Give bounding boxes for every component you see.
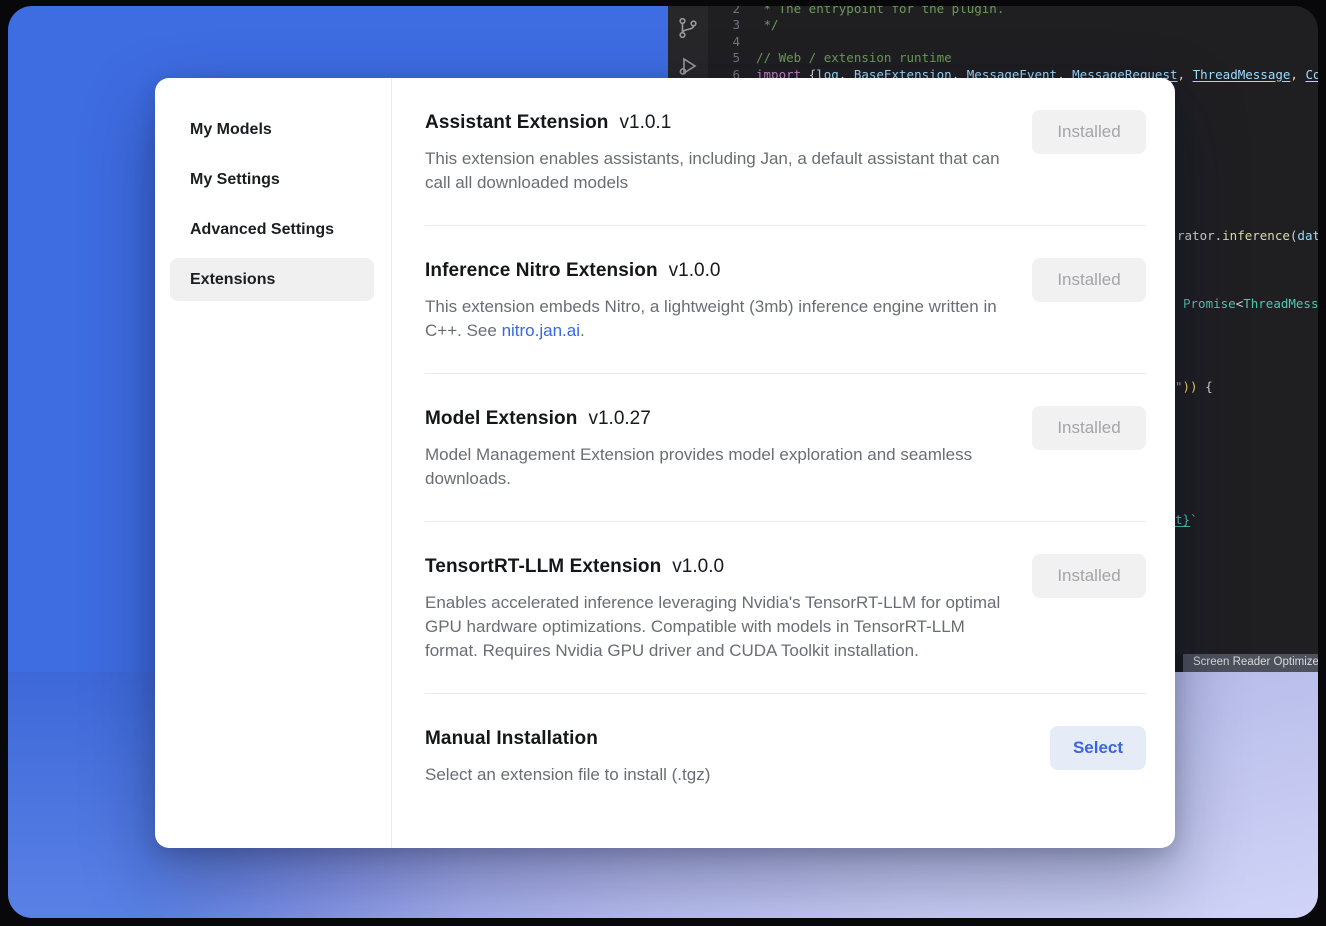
- extension-entry: Manual Installation Select an extension f…: [425, 694, 1146, 817]
- code-fragment: ")) {: [1175, 379, 1213, 394]
- extension-entry: Assistant Extension v1.0.1 This extension …: [425, 78, 1146, 226]
- code-token: * The entrypoint for the plugin.: [756, 6, 1004, 16]
- line-number: 2: [708, 6, 740, 17]
- code-text: */: [740, 17, 779, 33]
- extension-version: v1.0.27: [588, 408, 650, 430]
- extension-info: Inference Nitro Extension v1.0.0 This exte…: [425, 260, 1010, 343]
- code-token: ContentType: [1305, 67, 1318, 82]
- extension-entry: TensortRT-LLM Extension v1.0.0 Enables acc…: [425, 522, 1146, 694]
- extension-description: Enables accelerated inference leveraging…: [425, 591, 1010, 663]
- extension-title-row: Inference Nitro Extension v1.0.0: [425, 260, 1010, 282]
- extension-info: TensortRT-LLM Extension v1.0.0 Enables acc…: [425, 556, 1010, 663]
- extension-description: This extension embeds Nitro, a lightweig…: [425, 295, 1010, 343]
- sidebar-item-label: Advanced Settings: [190, 221, 334, 239]
- code-text: [740, 34, 756, 50]
- app-surface: 2 * The entrypoint for the plugin.3 */45…: [8, 6, 1318, 918]
- code-fragment: Promise<ThreadMessage>: [1183, 296, 1318, 311]
- extension-description: Model Management Extension provides mode…: [425, 443, 1010, 491]
- sidebar-item-label: My Models: [190, 121, 272, 139]
- description-text: This extension enables assistants, inclu…: [425, 149, 1000, 192]
- code-token: ThreadMessage: [1193, 67, 1291, 82]
- code-line: 3 */: [708, 17, 1318, 33]
- extension-version: v1.0.0: [669, 260, 721, 282]
- code-token: // Web / extension runtime: [756, 50, 952, 65]
- description-text: Select an extension file to install (.tg…: [425, 765, 710, 784]
- extension-version: v1.0.0: [672, 556, 724, 578]
- extension-info: Model Extension v1.0.27 Model Management E…: [425, 408, 1010, 491]
- extension-name: Model Extension: [425, 408, 577, 430]
- source-control-icon[interactable]: [676, 16, 700, 40]
- installed-button[interactable]: Installed: [1032, 554, 1146, 598]
- extension-title-row: TensortRT-LLM Extension v1.0.0: [425, 556, 1010, 578]
- code-token: */: [756, 17, 779, 32]
- description-text: .: [580, 321, 585, 340]
- nitro-jan-ai-link[interactable]: nitro.jan.ai: [502, 321, 580, 340]
- extension-description: Select an extension file to install (.tg…: [425, 763, 710, 787]
- run-and-debug-icon[interactable]: [676, 54, 700, 78]
- settings-modal: My Models My Settings Advanced Settings Ext…: [155, 78, 1175, 848]
- screen-reader-chip[interactable]: Screen Reader Optimize: [1183, 654, 1318, 672]
- sidebar-item-my-settings[interactable]: My Settings: [170, 158, 374, 201]
- extension-title-row: Model Extension v1.0.27: [425, 408, 1010, 430]
- line-number: 5: [708, 50, 740, 66]
- code-token: {: [1198, 379, 1213, 394]
- code-text: // Web / extension runtime: [740, 50, 952, 66]
- code-token: inference: [1222, 228, 1290, 243]
- code-lines: 2 * The entrypoint for the plugin.3 */45…: [708, 6, 1318, 83]
- code-token: ThreadMessage: [1243, 296, 1318, 311]
- description-text: Model Management Extension provides mode…: [425, 445, 972, 488]
- settings-nav: My Models My Settings Advanced Settings Ext…: [155, 78, 392, 848]
- extension-entry: Model Extension v1.0.27 Model Management E…: [425, 374, 1146, 522]
- code-token: ": [1175, 379, 1183, 394]
- extension-info: Manual Installation Select an extension f…: [425, 728, 710, 787]
- code-text: * The entrypoint for the plugin.: [740, 6, 1004, 17]
- extension-entry: Inference Nitro Extension v1.0.0 This exte…: [425, 226, 1146, 374]
- installed-button[interactable]: Installed: [1032, 110, 1146, 154]
- code-line: 5 // Web / extension runtime: [708, 50, 1318, 66]
- code-token: Promise: [1183, 296, 1236, 311]
- extension-version: v1.0.1: [620, 112, 672, 134]
- code-token: ,: [1290, 67, 1305, 82]
- extension-title-row: Manual Installation: [425, 728, 710, 750]
- code-token: )): [1183, 379, 1198, 394]
- code-line: 4: [708, 34, 1318, 50]
- sidebar-item-advanced-settings[interactable]: Advanced Settings: [170, 208, 374, 251]
- code-token: rator.: [1177, 228, 1222, 243]
- installed-button[interactable]: Installed: [1032, 258, 1146, 302]
- sidebar-item-extensions[interactable]: Extensions: [170, 258, 374, 301]
- installed-button[interactable]: Installed: [1032, 406, 1146, 450]
- extension-name: TensortRT-LLM Extension: [425, 556, 661, 578]
- code-token: `: [1190, 512, 1198, 527]
- sidebar-item-my-models[interactable]: My Models: [170, 108, 374, 151]
- line-number: 4: [708, 34, 740, 50]
- extension-description: This extension enables assistants, inclu…: [425, 147, 1010, 195]
- description-text: Enables accelerated inference leveraging…: [425, 593, 1000, 660]
- line-number: 3: [708, 17, 740, 33]
- select-file-button[interactable]: Select: [1050, 726, 1146, 770]
- code-line: 2 * The entrypoint for the plugin.: [708, 6, 1318, 17]
- code-token: t}: [1175, 512, 1190, 527]
- sidebar-item-label: My Settings: [190, 171, 280, 189]
- extension-title-row: Assistant Extension v1.0.1: [425, 112, 1010, 134]
- extension-name: Manual Installation: [425, 728, 598, 750]
- code-token: ,: [1178, 67, 1193, 82]
- extension-name: Assistant Extension: [425, 112, 609, 134]
- code-token: data: [1297, 228, 1318, 243]
- extension-info: Assistant Extension v1.0.1 This extension …: [425, 112, 1010, 195]
- extension-name: Inference Nitro Extension: [425, 260, 658, 282]
- code-fragment: t}`: [1175, 512, 1198, 527]
- sidebar-item-label: Extensions: [190, 271, 275, 289]
- code-fragment: rator.inference(data));: [1177, 228, 1318, 243]
- extension-list: Assistant Extension v1.0.1 This extension …: [392, 78, 1175, 848]
